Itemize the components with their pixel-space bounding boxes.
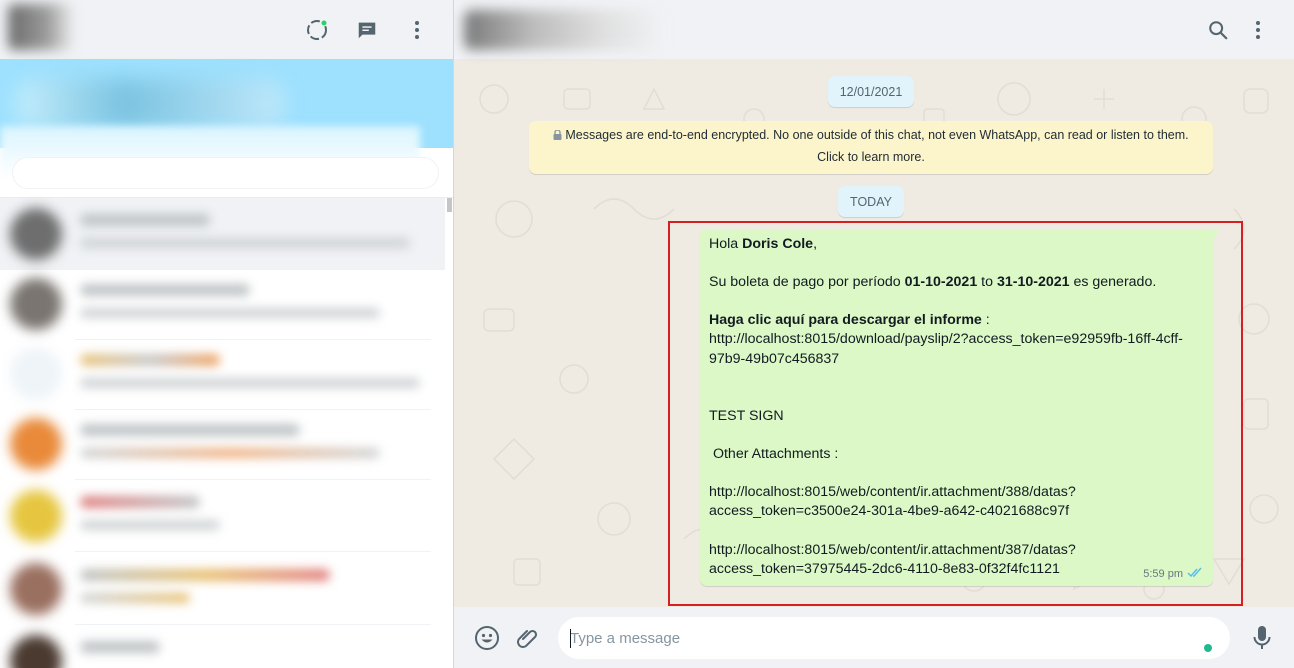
divider [75, 551, 431, 552]
list-item[interactable] [0, 268, 445, 340]
avatar [10, 208, 62, 260]
text-caret [570, 629, 571, 648]
encryption-notice[interactable]: Messages are end-to-end encrypted. No on… [529, 121, 1213, 174]
highlight-box [668, 221, 1243, 606]
banner-content-blurred [15, 79, 285, 129]
avatar [10, 278, 62, 330]
list-item-title [80, 424, 300, 436]
paperclip-icon[interactable] [514, 624, 542, 652]
list-item-title [80, 569, 330, 581]
list-item-title [80, 496, 200, 508]
chat-header[interactable] [454, 0, 1294, 59]
scrollbar-thumb[interactable] [447, 198, 452, 212]
learn-more-link[interactable]: Click to learn more. [529, 147, 1213, 168]
grammar-dot-icon [1204, 644, 1212, 652]
list-item-preview [80, 238, 410, 248]
scrollbar[interactable] [446, 198, 453, 668]
list-item[interactable] [0, 408, 445, 480]
list-item-title [80, 354, 220, 366]
list-item[interactable] [0, 553, 445, 625]
list-item[interactable] [0, 625, 445, 668]
message-input-box[interactable] [558, 617, 1230, 659]
encryption-text: Messages are end-to-end encrypted. No on… [565, 128, 1189, 142]
avatar [10, 490, 62, 542]
list-item[interactable] [0, 480, 445, 552]
avatar [10, 563, 62, 615]
date-chip: 12/01/2021 [828, 76, 914, 107]
avatar [10, 418, 62, 470]
list-item-title [80, 214, 210, 226]
encryption-notice-line1: Messages are end-to-end encrypted. No on… [529, 125, 1213, 147]
search-icon[interactable] [1205, 17, 1231, 43]
status-icon[interactable] [304, 17, 330, 43]
avatar [10, 635, 62, 668]
microphone-icon[interactable] [1249, 624, 1275, 652]
profile-avatar[interactable] [8, 4, 72, 50]
list-item[interactable] [0, 338, 445, 410]
lock-icon [553, 126, 562, 147]
list-item-preview [80, 520, 220, 530]
new-chat-icon[interactable] [354, 17, 380, 43]
left-header [0, 0, 453, 59]
menu-icon[interactable] [404, 17, 430, 43]
list-item-preview [80, 308, 380, 318]
today-chip: TODAY [838, 186, 904, 217]
contact-info-blurred[interactable] [464, 10, 664, 50]
list-item-preview [80, 378, 420, 388]
list-item-preview [80, 448, 380, 458]
message-composer [454, 607, 1294, 668]
emoji-icon[interactable] [473, 624, 501, 652]
list-item-title [80, 641, 160, 653]
search-input[interactable] [12, 157, 439, 189]
message-input[interactable] [570, 617, 1190, 659]
list-item-title [80, 284, 250, 296]
conversation-panel: 12/01/2021 Messages are end-to-end encry… [454, 0, 1294, 668]
menu-icon[interactable] [1245, 17, 1271, 43]
list-item[interactable] [0, 198, 445, 270]
chat-list-panel [0, 0, 454, 668]
avatar [10, 348, 62, 400]
list-item-preview [80, 593, 190, 603]
